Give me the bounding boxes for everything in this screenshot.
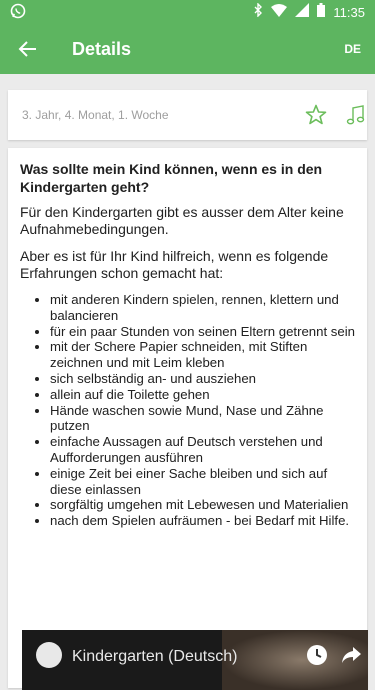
list-item: mit anderen Kindern spielen, rennen, kle…	[50, 292, 355, 324]
experience-list: mit anderen Kindern spielen, rennen, kle…	[20, 292, 355, 529]
status-bar: 11:35	[0, 0, 375, 24]
video-title[interactable]: Kindergarten (Deutsch)	[72, 648, 237, 666]
app-bar: Details DE	[0, 24, 375, 74]
bluetooth-icon	[253, 2, 263, 22]
wifi-icon	[271, 3, 288, 22]
page-title: Details	[72, 39, 132, 59]
list-item: einfache Aussagen auf Deutsch verstehen …	[50, 434, 355, 466]
channel-avatar[interactable]	[36, 642, 62, 668]
video-player[interactable]: Kindergarten (Deutsch)	[22, 630, 368, 690]
battery-icon	[317, 3, 326, 22]
list-item: Hände waschen sowie Mund, Nase und Zähne…	[50, 403, 355, 435]
language-button[interactable]: DE	[344, 42, 361, 56]
list-item: sorgfältig umgehen mit Lebewesen und Mat…	[50, 497, 355, 513]
week-card: 3. Jahr, 4. Monat, 1. Woche	[8, 90, 367, 140]
whatsapp-icon	[10, 3, 26, 24]
status-time: 11:35	[333, 5, 365, 20]
content-card: Was sollte mein Kind können, wenn es in …	[8, 148, 367, 688]
share-icon[interactable]	[340, 644, 362, 671]
content-heading: Was sollte mein Kind können, wenn es in …	[20, 161, 323, 195]
list-item: mit der Schere Papier schneiden, mit Sti…	[50, 339, 355, 371]
list-item: sich selbständig an- und ausziehen	[50, 371, 355, 387]
signal-icon	[295, 3, 310, 22]
week-label: 3. Jahr, 4. Monat, 1. Woche	[22, 108, 169, 122]
paragraph-2: Aber es ist für Ihr Kind hilfreich, wenn…	[20, 248, 329, 281]
back-arrow-icon[interactable]	[16, 37, 40, 61]
paragraph-1: Für den Kindergarten gibt es ausser dem …	[20, 204, 344, 237]
list-item: für ein paar Stunden von seinen Eltern g…	[50, 324, 355, 340]
music-note-icon[interactable]	[344, 103, 368, 132]
list-item: allein auf die Toilette gehen	[50, 387, 355, 403]
list-item: nach dem Spielen aufräumen - bei Bedarf …	[50, 513, 355, 529]
watch-later-icon[interactable]	[306, 644, 328, 671]
star-outline-icon[interactable]	[304, 103, 328, 132]
list-item: einige Zeit bei einer Sache bleiben und …	[50, 466, 355, 498]
